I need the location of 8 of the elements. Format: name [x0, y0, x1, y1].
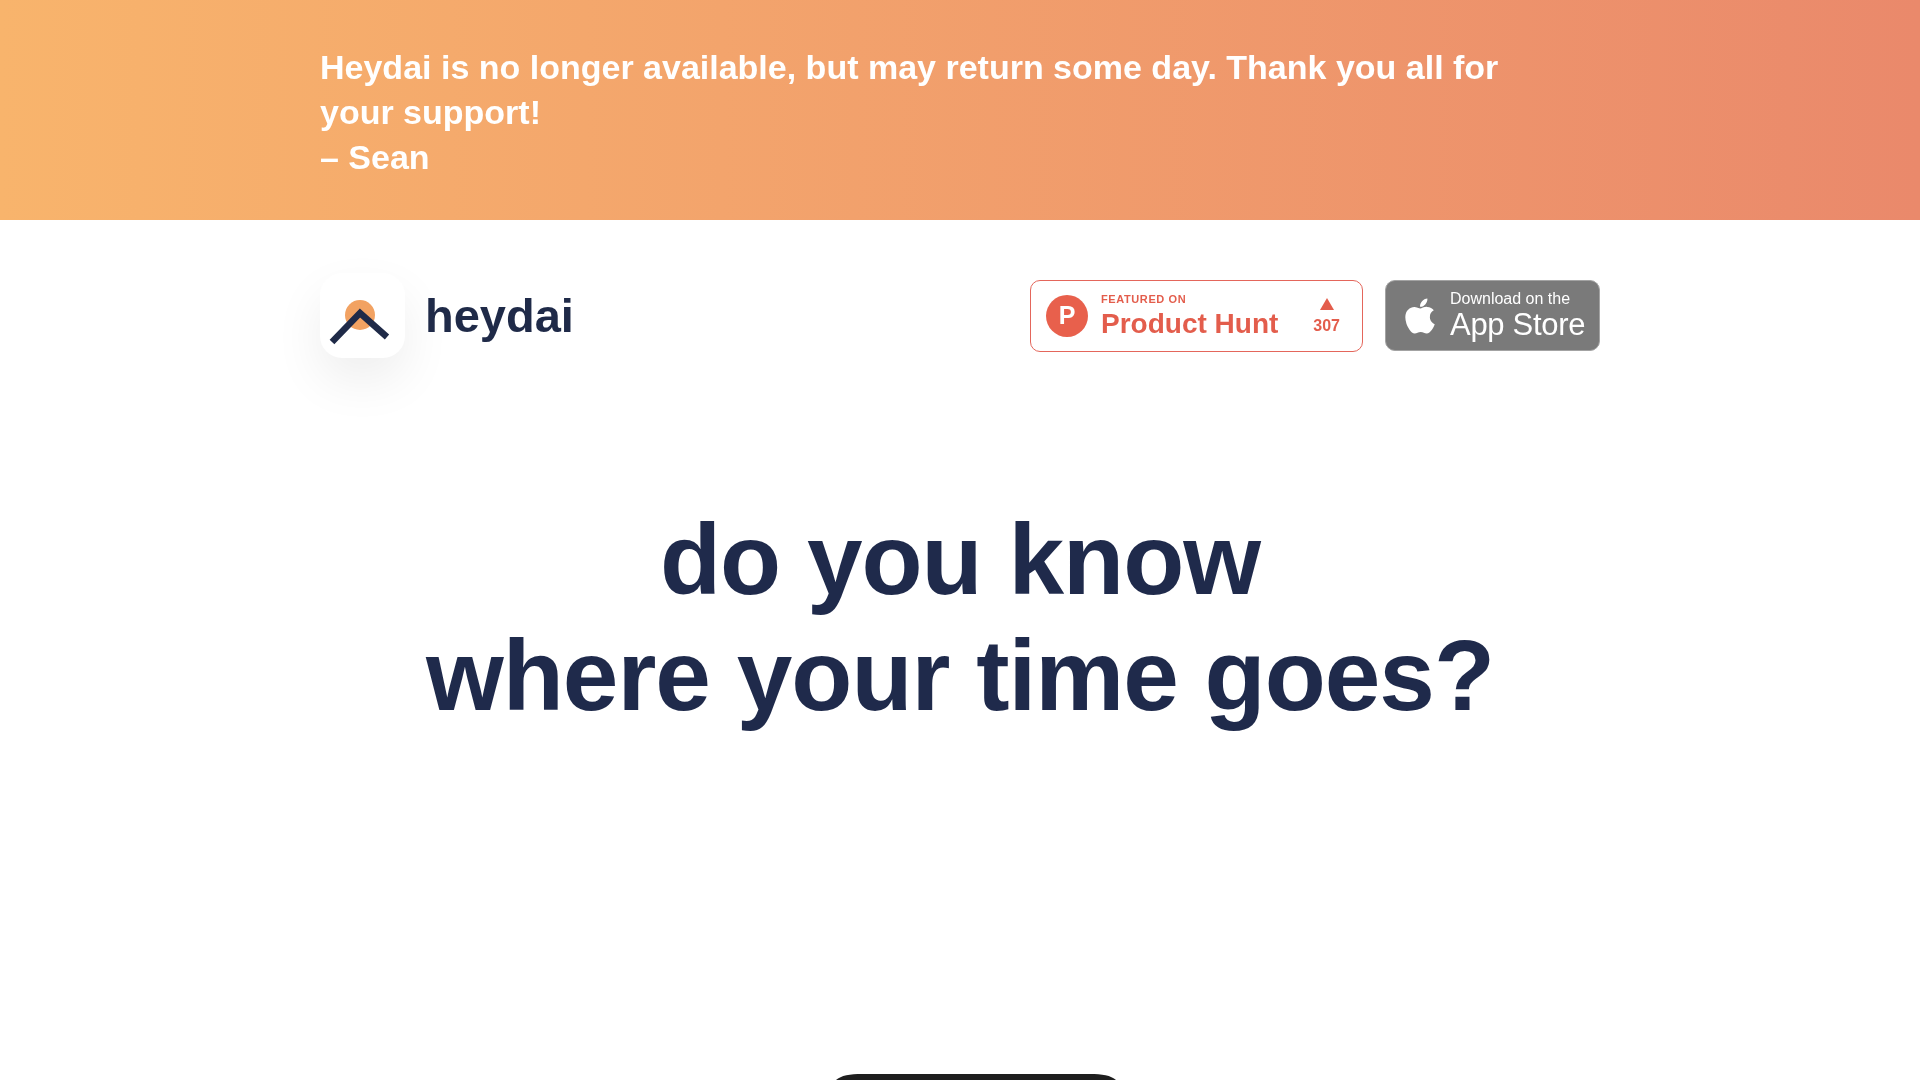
triangle-icon — [1319, 297, 1334, 310]
p-logo: P — [1046, 294, 1088, 337]
headline: do you know where your time goes? — [424, 502, 1496, 733]
notice-message: Heydai is no longer available, but may return some day. Thank you all for your support! — [320, 47, 1500, 133]
notice-signature: – Sean — [320, 137, 431, 178]
logo-icon — [320, 273, 405, 358]
app-store-badge[interactable]: Download on the App Store — [1385, 280, 1600, 351]
product-hunt-badge[interactable]: P FEATURED ON Product Hunt 307 — [1030, 279, 1363, 352]
